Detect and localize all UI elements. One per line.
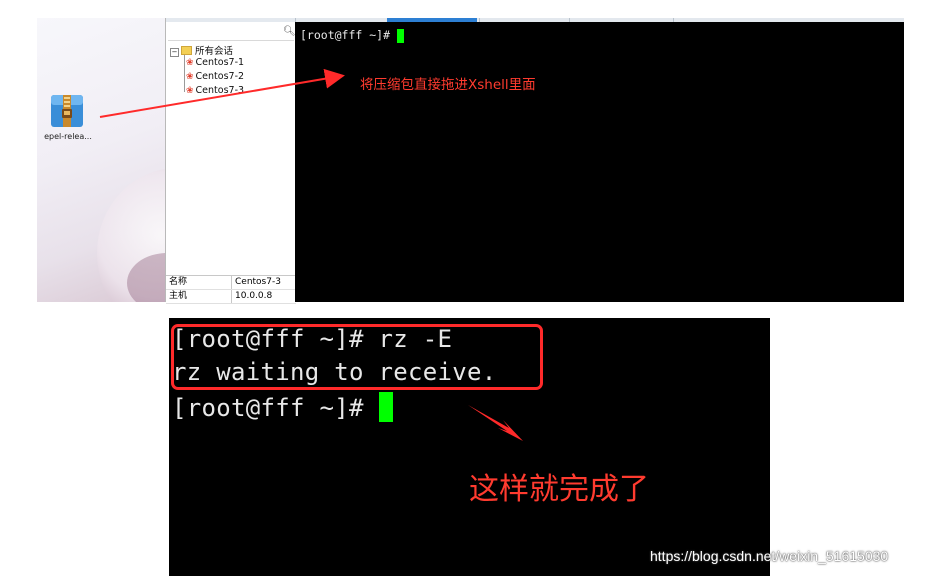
terminal-cursor <box>378 392 393 422</box>
session-manager-panel: 🔍︎ − 所有会话 ❀ Centos7-1 ❀ Centos7-2 ❀ Centos7-… <box>165 18 297 304</box>
archive-file-label[interactable]: epel-relea... <box>38 132 98 141</box>
watermark-url: https://blog.csdn.net/weixin_51615030 <box>650 548 889 564</box>
property-value: Centos7-3 <box>235 277 281 287</box>
collapse-toggle-icon[interactable]: − <box>170 48 179 57</box>
folder-icon <box>181 46 192 55</box>
property-key: 主机 <box>166 290 232 303</box>
session-icon: ❀ <box>186 72 194 82</box>
desktop-background <box>37 18 165 302</box>
session-item-centos7-3[interactable]: ❀ Centos7-3 <box>186 85 244 94</box>
search-icon[interactable]: 🔍︎ <box>283 26 296 37</box>
session-icon: ❀ <box>186 58 194 68</box>
session-item-centos7-1[interactable]: ❀ Centos7-1 <box>186 57 244 68</box>
drag-hint-annotation: 将压缩包直接拖进Xshell里面 <box>360 77 536 93</box>
tree-connector <box>184 55 185 92</box>
session-properties-table: 名称 Centos7-3 主机 10.0.0.8 <box>166 275 296 304</box>
highlight-box <box>171 324 543 390</box>
property-row: 名称 Centos7-3 <box>166 276 296 290</box>
session-label: Centos7-3 <box>195 85 245 94</box>
prompt-text: [root@fff ~]# <box>172 394 379 422</box>
sidebar-divider <box>168 40 294 41</box>
tree-root-all-sessions[interactable]: − 所有会话 <box>170 43 233 57</box>
property-key: 名称 <box>166 276 232 289</box>
property-row: 主机 10.0.0.8 <box>166 290 296 304</box>
prompt-text: [root@fff ~]# <box>300 28 397 42</box>
session-item-centos7-2[interactable]: ❀ Centos7-2 <box>186 71 244 82</box>
archive-file-icon[interactable] <box>47 92 87 130</box>
terminal-line-prompt: [root@fff ~]# <box>172 392 393 422</box>
sidebar-header-strip <box>166 18 296 22</box>
terminal-window-top[interactable]: [root@fff ~]# <box>295 22 904 302</box>
done-annotation: 这样就完成了 <box>469 472 649 507</box>
session-icon: ❀ <box>186 86 194 94</box>
terminal-window-bottom[interactable]: [root@fff ~]# rz -E rz waiting to receiv… <box>169 318 770 576</box>
tree-root-label: 所有会话 <box>195 46 234 57</box>
property-value: 10.0.0.8 <box>235 291 273 301</box>
session-label: Centos7-2 <box>195 71 245 82</box>
terminal-cursor <box>396 28 404 43</box>
session-label: Centos7-1 <box>195 57 245 68</box>
terminal-prompt-line: [root@fff ~]# <box>300 28 404 43</box>
